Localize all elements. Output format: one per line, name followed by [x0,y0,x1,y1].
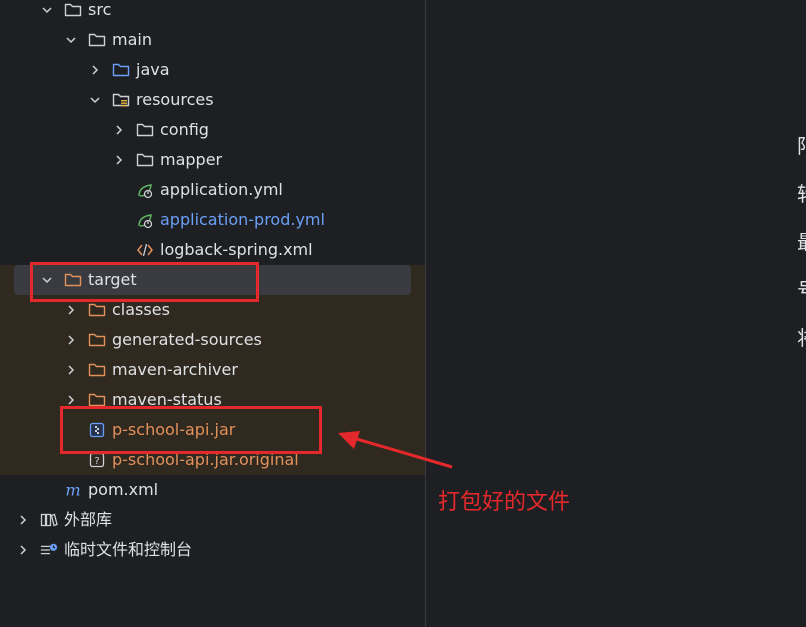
tree-item-application-prod-yml[interactable]: application-prod.yml [0,205,425,235]
tree-item-application-yml[interactable]: application.yml [0,175,425,205]
library-icon [40,511,58,529]
chevron-right-icon[interactable] [64,355,78,385]
spring-yaml-icon [136,211,154,229]
chevron-down-icon[interactable] [40,0,54,25]
annotation-label: 打包好的文件 [438,490,571,515]
editor-text-fragment: 将 [797,322,806,351]
source-folder-icon [112,61,130,79]
tree-item-label: 临时文件和控制台 [64,540,193,559]
tree-item-label: resources [136,90,214,109]
tree-item-logback-spring-xml[interactable]: logback-spring.xml [0,235,425,265]
tree-item-label: application-prod.yml [160,210,325,229]
tree-item-resources[interactable]: resources [0,85,425,115]
tree-item-临时文件和控制台[interactable]: 临时文件和控制台 [0,535,425,565]
chevron-right-icon[interactable] [16,505,30,535]
folder-icon [88,31,106,49]
chevron-down-icon[interactable] [88,85,102,115]
scratches-icon [40,541,58,559]
tree-item-label: generated-sources [112,330,262,349]
tree-item-外部库[interactable]: 外部库 [0,505,425,535]
tree-item-label: application.yml [160,180,283,199]
maven-icon: m [64,481,82,499]
tree-item-label: config [160,120,209,139]
tree-item-java[interactable]: java [0,55,425,85]
tree-item-label: src [88,0,112,19]
tree-item-pom-xml[interactable]: m pom.xml [0,475,425,505]
excluded-folder-icon [88,361,106,379]
excluded-folder-icon [88,301,106,319]
excluded-folder-icon [88,331,106,349]
tree-item-label: pom.xml [88,480,159,499]
tree-item-mapper[interactable]: mapper [0,145,425,175]
target-annotation-box [30,262,259,302]
tree-item-label: 外部库 [64,510,113,529]
tree-item-main[interactable]: main [0,25,425,55]
chevron-down-icon[interactable] [64,25,78,55]
chevron-right-icon[interactable] [16,535,30,565]
chevron-right-icon[interactable] [64,325,78,355]
resources-folder-icon [112,91,130,109]
folder-icon [136,151,154,169]
editor-text-fragment: 转 [797,178,806,207]
chevron-right-icon[interactable] [112,115,126,145]
tree-item-maven-archiver[interactable]: maven-archiver [0,355,425,385]
tree-item-src[interactable]: src [0,0,425,25]
editor-pane: 阳转最号将 [426,0,806,627]
tree-item-label: java [136,60,170,79]
chevron-right-icon[interactable] [112,145,126,175]
chevron-right-icon[interactable] [88,55,102,85]
project-tree: src main java resources config mapper applicat… [0,0,425,627]
tree-item-label: maven-archiver [112,360,238,379]
folder-icon [64,1,82,19]
tree-item-label: mapper [160,150,223,169]
tree-item-label: main [112,30,152,49]
tree-item-generated-sources[interactable]: generated-sources [0,325,425,355]
annotation-arrow [338,431,453,469]
tree-item-config[interactable]: config [0,115,425,145]
xml-file-icon [136,241,154,259]
editor-text-fragment: 最 [797,226,806,255]
tree-item-label: logback-spring.xml [160,240,313,259]
svg-text:?: ? [94,456,99,467]
editor-text-fragment: 阳 [797,130,806,159]
svg-text:m: m [65,481,80,499]
jar-annotation-box [60,406,322,454]
spring-yaml-icon [136,181,154,199]
folder-icon [136,121,154,139]
editor-text-fragment: 号 [797,274,806,303]
